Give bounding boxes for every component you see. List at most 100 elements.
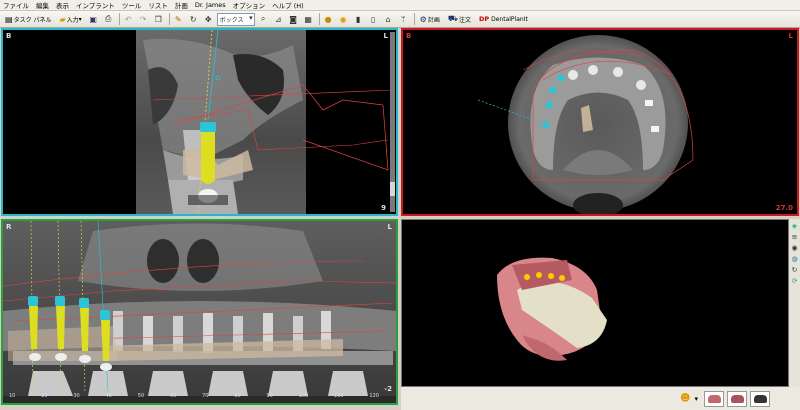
library-button[interactable]: ▯ — [367, 13, 380, 26]
tooth-icon: ᛘ — [400, 14, 406, 24]
ruler-tick: 120 — [369, 393, 379, 399]
camera-icon: ◙ — [289, 14, 298, 24]
implant-3d-2[interactable] — [536, 272, 542, 278]
menu-options[interactable]: オプション — [233, 0, 266, 10]
panoramic-image — [3, 221, 396, 403]
panoramic-view[interactable]: R L -2 10 20 30 40 50 60 70 80 90 100 11… — [1, 219, 398, 405]
implant-axial-3[interactable] — [545, 101, 553, 109]
screenshot-button[interactable]: ◙ — [287, 13, 300, 26]
implant-3d-4[interactable] — [559, 275, 565, 281]
zoom-button[interactable]: ⌕ — [257, 13, 270, 26]
undo-icon: ↶ — [124, 14, 132, 24]
move-icon: ✥ — [204, 14, 212, 24]
print-button[interactable]: ⎙ — [102, 13, 115, 26]
dentalplanit-button[interactable]: DP DentalPlanIt — [476, 13, 531, 26]
tooth-button[interactable]: ᛘ — [397, 13, 410, 26]
menu-view[interactable]: 表示 — [56, 0, 69, 10]
sagittal-scrollbar[interactable] — [390, 32, 395, 212]
sagittal-image — [136, 30, 394, 214]
view-sidebar: ◈ ≡ ◉ ◍ ↻ ⟳ — [789, 219, 800, 387]
plan-button[interactable]: ⚙ 計画 — [417, 13, 443, 26]
ruler-tick: 10 — [9, 393, 16, 399]
implant-head-pan-1[interactable] — [28, 296, 38, 306]
implant-tool-button[interactable]: ▮ — [352, 13, 365, 26]
menu-list[interactable]: リスト — [148, 0, 168, 10]
menu-tools[interactable]: ツール — [122, 0, 142, 10]
lower-jaw-button[interactable] — [727, 390, 747, 407]
implant-3d-1[interactable] — [524, 274, 530, 280]
ruler-tick: 100 — [298, 393, 309, 399]
axial-view[interactable]: B L 27.0 — [401, 28, 799, 216]
menu-plan[interactable]: 計画 — [175, 0, 188, 10]
menu-help[interactable]: ヘルプ (H) — [272, 0, 304, 10]
task-panel-button[interactable]: ▤ タスク パネル — [2, 13, 54, 26]
sagittal-view[interactable]: B L 9 — [1, 28, 398, 216]
user-icon[interactable]: ☻ — [680, 393, 690, 404]
pan-button[interactable]: ✥ — [202, 13, 215, 26]
menu-doctor[interactable]: Dr. James — [195, 1, 226, 9]
globe-icon[interactable]: ◍ — [791, 255, 799, 263]
paint-icon: ✎ — [174, 14, 182, 24]
implant-axial-2[interactable] — [549, 86, 557, 94]
cube-icon[interactable]: ◈ — [791, 222, 799, 230]
toolbar-separator — [413, 13, 415, 25]
3d-view[interactable] — [401, 219, 789, 387]
book-icon: ▯ — [370, 14, 376, 24]
menu-implant[interactable]: インプラント — [76, 0, 115, 10]
layers-icon[interactable]: ≡ — [791, 233, 799, 241]
save-icon: ▣ — [89, 14, 97, 24]
palette-icon: ◉ — [339, 14, 347, 24]
dropdown-icon[interactable]: ▾ — [694, 395, 698, 403]
menu-bar: ファイル 編集 表示 インプラント ツール リスト 計画 Dr. James オ… — [0, 0, 800, 11]
print-icon: ⎙ — [104, 14, 112, 23]
toolbar-separator — [118, 13, 120, 25]
sphere-button[interactable]: ● — [322, 13, 335, 26]
implant-head-pan-4[interactable] — [100, 310, 110, 320]
implant-axial-1[interactable] — [557, 74, 565, 82]
cart-icon: ⛟ — [447, 14, 458, 23]
implant-axial-4[interactable] — [542, 121, 550, 129]
panoramic-corner-left: R — [6, 223, 12, 231]
implant-sagittal[interactable] — [201, 130, 215, 184]
upper-jaw-button[interactable] — [704, 390, 724, 407]
implant-head-pan-2[interactable] — [55, 296, 65, 306]
sphere-icon: ● — [324, 14, 332, 24]
menu-file[interactable]: ファイル — [3, 0, 29, 10]
refresh-icon[interactable]: ⟳ — [791, 277, 799, 285]
axial-image — [477, 35, 694, 214]
tool-select[interactable]: ボックス — [216, 12, 255, 26]
rotate-icon: ↻ — [189, 14, 197, 24]
undo-button[interactable]: ↶ — [122, 13, 135, 26]
input-button[interactable]: ▰ 入力 ▾ — [56, 13, 84, 26]
panoramic-ruler: 10 20 30 40 50 60 70 80 90 100 110 120 — [9, 393, 379, 402]
task-panel-label: タスク パネル — [13, 16, 52, 24]
eye-icon[interactable]: ◉ — [791, 244, 799, 252]
order-button[interactable]: ⛟ 注文 — [445, 13, 474, 26]
plan-icon: ⚙ — [419, 14, 427, 24]
rotate-icon[interactable]: ↻ — [791, 266, 799, 274]
chevron-down-icon: ▾ — [78, 15, 82, 23]
rotate-button[interactable]: ↻ — [187, 13, 200, 26]
order-label: 注文 — [458, 16, 471, 24]
copy-button[interactable]: ❐ — [152, 13, 165, 26]
ruler-icon: ⊿ — [274, 14, 282, 24]
panoramic-slice-number: -2 — [384, 385, 392, 393]
color-button[interactable]: ◉ — [337, 13, 350, 26]
ruler-tick: 110 — [334, 393, 344, 399]
measure-button[interactable]: ⊿ — [272, 13, 285, 26]
save-button[interactable]: ▣ — [87, 13, 100, 26]
menu-edit[interactable]: 編集 — [36, 0, 49, 10]
folder-icon: ▰ — [59, 14, 66, 24]
implant-head-sagittal[interactable] — [200, 122, 216, 132]
upper-jaw-icon — [707, 394, 721, 403]
implant-3d-3[interactable] — [548, 273, 554, 279]
bone-button[interactable]: ⌂ — [382, 13, 395, 26]
scrollbar-thumb[interactable] — [390, 182, 395, 196]
grid-button[interactable]: ▦ — [302, 13, 315, 26]
redo-button[interactable]: ↷ — [137, 13, 150, 26]
paint-button[interactable]: ✎ — [172, 13, 185, 26]
toolbar-separator — [318, 13, 320, 25]
implant-head-pan-3[interactable] — [79, 298, 89, 308]
brand-name: DentalPlanIt — [491, 15, 528, 23]
full-jaw-button[interactable] — [750, 390, 770, 407]
